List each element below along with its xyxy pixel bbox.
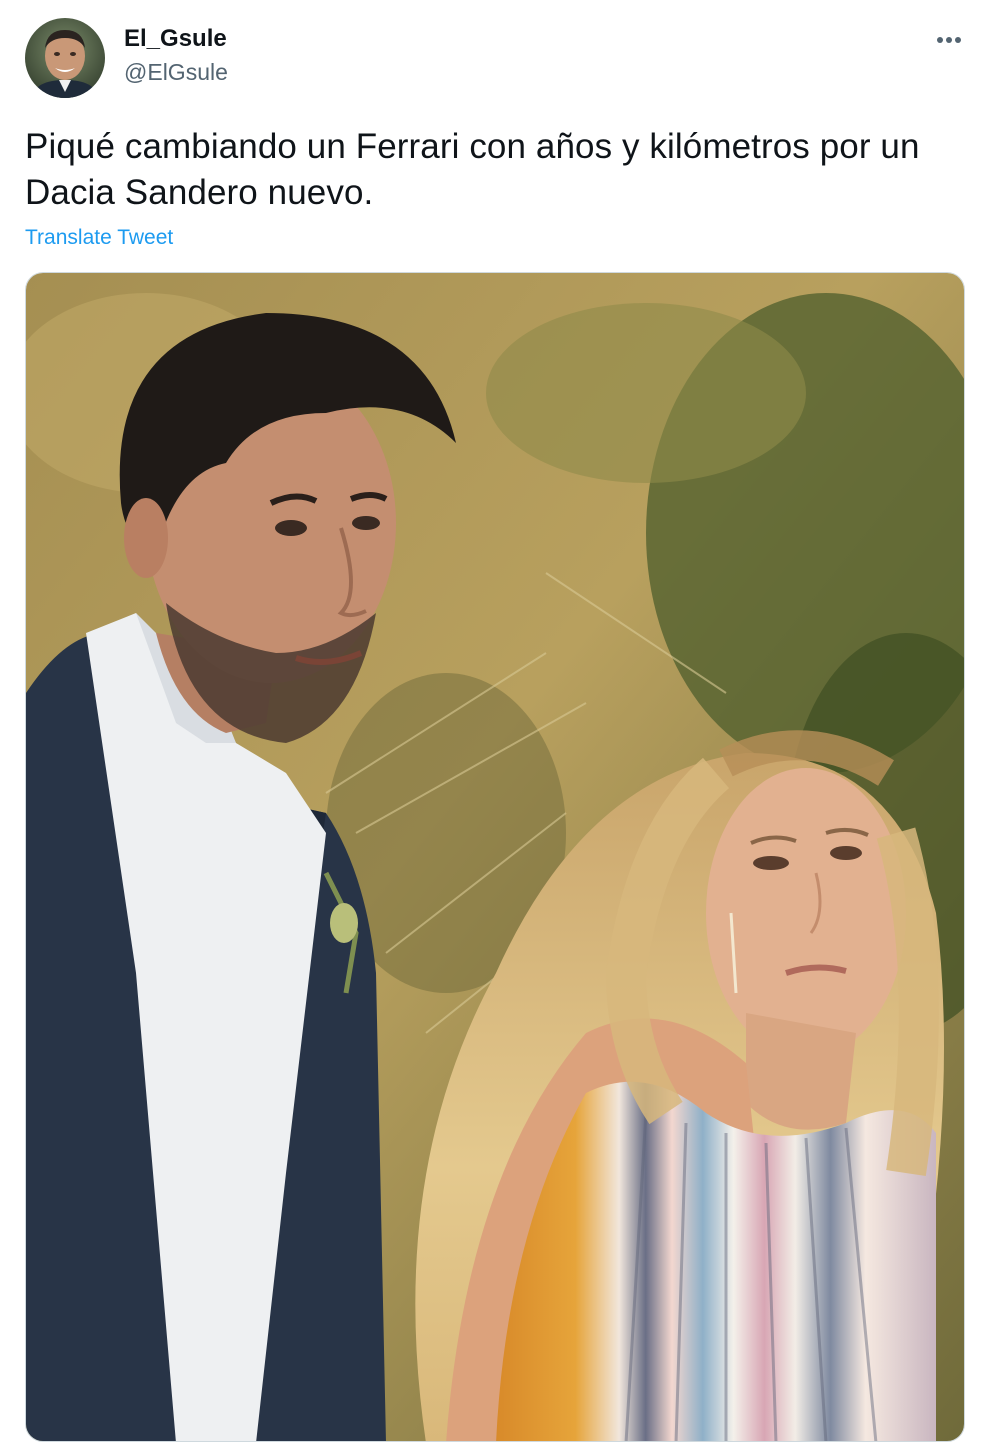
more-horizontal-icon	[937, 37, 961, 43]
tweet-card: El_Gsule @ElGsule Piqué cambiando un Fer…	[0, 0, 990, 1442]
user-handle[interactable]: @ElGsule	[124, 57, 228, 87]
translate-tweet-link[interactable]: Translate Tweet	[25, 224, 173, 252]
photo-image	[26, 273, 964, 1441]
more-options-button[interactable]	[926, 22, 972, 58]
tweet-text: Piqué cambiando un Ferrari con años y ki…	[25, 127, 920, 212]
user-info: El_Gsule @ElGsule	[124, 24, 228, 87]
display-name[interactable]: El_Gsule	[124, 24, 228, 54]
avatar-image	[25, 18, 105, 98]
tweet-photo[interactable]	[25, 272, 965, 1442]
avatar[interactable]	[25, 18, 105, 98]
